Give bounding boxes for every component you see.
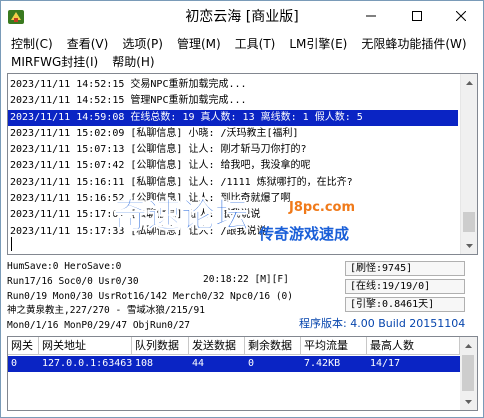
minimize-button[interactable]: [348, 1, 394, 31]
table-scroll-thumb[interactable]: [462, 355, 474, 391]
table-scroll-up-button[interactable]: [460, 337, 477, 354]
save-status: HumSave:0 HeroSave:0: [7, 261, 122, 272]
menu-row-2: MIRFWG封挂(I) 帮助(H): [1, 53, 162, 71]
log-line[interactable]: 2023/11/11 15:16:52 [公聊信息] 让人: 到比奇就爆了啊: [8, 191, 460, 207]
text-caret: [11, 237, 12, 251]
log-panel[interactable]: 2023/11/11 14:52:15 交易NPC重新加载完成... 2023/…: [7, 73, 478, 255]
chevron-up-icon: [466, 80, 473, 85]
minimize-icon: [366, 15, 376, 17]
menu-options[interactable]: 选项(P): [115, 35, 170, 53]
program-version: 程序版本: 4.00 Build 20151104: [299, 317, 466, 330]
title-bar[interactable]: 初恋云海 [商业版]: [1, 1, 483, 34]
log-line[interactable]: 2023/11/11 14:52:15 管理NPC重新加载完成...: [8, 93, 460, 109]
chevron-up-icon: [465, 343, 472, 348]
spawn-count-box: [刷怪:9745]: [345, 261, 465, 276]
engine-uptime-box: [引擎:0.8461天]: [345, 297, 465, 312]
menu-bar: 控制(C) 查看(V) 选项(P) 管理(M) 工具(T) LM引擎(E) 无限…: [1, 34, 483, 70]
cell-gateway: 0: [11, 358, 18, 369]
monitor-status: Run0/19 Mon0/30 UsrRot16/142 Merch0/32 N…: [7, 291, 293, 302]
scroll-thumb[interactable]: [463, 212, 475, 232]
table-row[interactable]: 0 127.0.0.1:63463 108 44 0 7.42KB 14/17: [8, 356, 461, 372]
close-icon: [456, 11, 466, 21]
menu-tools[interactable]: 工具(T): [228, 35, 283, 53]
col-average-traffic[interactable]: 平均流量: [301, 337, 367, 355]
log-line-selected[interactable]: 2023/11/11 14:59:08 在线总数: 19 真人数: 13 离线数…: [8, 109, 458, 126]
log-line[interactable]: 2023/11/11 15:07:42 [公聊信息] 让人: 给我吧，我没拿的呢: [8, 158, 460, 174]
menu-row-1: 控制(C) 查看(V) 选项(P) 管理(M) 工具(T) LM引擎(E) 无限…: [1, 35, 474, 53]
main-window: 初恋云海 [商业版] 控制(C) 查看(V) 选项(P) 管理(M) 工具(T)…: [0, 0, 484, 418]
menu-plugins[interactable]: 无限蜂功能插件(W): [354, 35, 473, 53]
col-sent-data[interactable]: 发送数据: [189, 337, 245, 355]
col-queue-data[interactable]: 队列数据: [132, 337, 189, 355]
table-header: 网关 网关地址 队列数据 发送数据 剩余数据 平均流量 最高人数: [8, 337, 460, 355]
scroll-down-button[interactable]: [461, 237, 477, 254]
menu-lm-engine[interactable]: LM引擎(E): [282, 35, 354, 53]
scroll-up-button[interactable]: [461, 74, 477, 91]
status-panel: HumSave:0 HeroSave:0 Run17/16 Soc0/0 Usr…: [1, 259, 483, 333]
menu-control[interactable]: 控制(C): [1, 35, 60, 53]
log-line[interactable]: 2023/11/11 15:17:01 [公聊信息] 让人: 跟我说说: [8, 207, 460, 223]
menu-manage[interactable]: 管理(M): [170, 35, 228, 53]
log-line[interactable]: 2023/11/11 14:52:15 交易NPC重新加载完成...: [8, 77, 460, 93]
log-line[interactable]: 2023/11/11 15:02:09 [私聊信息] 小晓: /沃玛教主[福利]: [8, 126, 460, 142]
log-scrollbar[interactable]: [460, 74, 477, 254]
menu-help[interactable]: 帮助(H): [105, 53, 161, 71]
cell-sent: 44: [192, 358, 205, 369]
close-button[interactable]: [438, 1, 484, 31]
cell-queue: 108: [135, 358, 154, 369]
log-lines: 2023/11/11 14:52:15 交易NPC重新加载完成... 2023/…: [8, 77, 460, 240]
table-scroll-down-button[interactable]: [460, 393, 477, 410]
col-gateway-address[interactable]: 网关地址: [39, 337, 132, 355]
col-remaining-data[interactable]: 剩余数据: [245, 337, 301, 355]
cell-remaining: 0: [248, 358, 255, 369]
chevron-down-icon: [466, 243, 473, 248]
cell-traffic: 7.42KB: [304, 358, 341, 369]
table-scrollbar[interactable]: [460, 337, 477, 410]
menu-view[interactable]: 查看(V): [60, 35, 116, 53]
chevron-down-icon: [465, 399, 472, 404]
monster-status: 神之黄泉教主,227/270 - 雪域冰狼/215/91: [7, 305, 205, 316]
log-line[interactable]: 2023/11/11 15:17:33 [私聊信息] 让人: /跟我说说: [8, 224, 460, 240]
maximize-button[interactable]: [394, 1, 440, 31]
run-status: Run17/16 Soc0/0 Usr0/30: [7, 276, 139, 287]
clock-status: 20:18:22 [M][F]: [203, 274, 289, 285]
log-line[interactable]: 2023/11/11 15:07:13 [公聊信息] 让人: 刚才斩马刀你打的?: [8, 142, 460, 158]
menu-anticheat[interactable]: MIRFWG封挂(I): [1, 53, 105, 71]
col-max-users[interactable]: 最高人数: [367, 337, 460, 355]
maximize-icon: [412, 11, 422, 21]
log-line[interactable]: 2023/11/11 15:16:11 [私聊信息] 让人: /1111 炼狱哪…: [8, 175, 460, 191]
object-status: Mon0/1/16 MonP0/29/47 ObjRun0/27: [7, 320, 191, 331]
gateway-table[interactable]: 网关 网关地址 队列数据 发送数据 剩余数据 平均流量 最高人数 0 127.0…: [7, 336, 478, 411]
online-count-box: [在线:19/19/0]: [345, 279, 465, 294]
cell-max-users: 14/17: [370, 358, 401, 369]
col-gateway[interactable]: 网关: [8, 337, 39, 355]
cell-address: 127.0.0.1:63463: [42, 358, 132, 369]
